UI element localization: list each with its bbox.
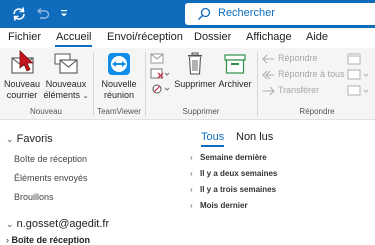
folder-pane: ⌄ Favoris Boîte de réception Éléments en… [0, 121, 175, 245]
chevron-down-icon: ⌄ [6, 219, 14, 229]
cursor-icon [19, 50, 34, 72]
mail-group-header[interactable]: › Mois dernier [190, 201, 248, 210]
mail-list-pane: Tous Non lus › Semaine dernière › Il y a d… [178, 121, 375, 245]
ignore-icon[interactable] [150, 53, 166, 65]
archive-label: Archiver [218, 79, 252, 89]
archive-icon [224, 54, 246, 74]
mail-group-header[interactable]: › Semaine dernière [190, 153, 267, 162]
chevron-right-icon: › [190, 169, 193, 178]
mail-group-label: Il y a trois semaines [200, 185, 277, 194]
favorites-header[interactable]: ⌄ Favoris [6, 133, 53, 145]
tab-accueil[interactable]: Accueil [56, 31, 91, 43]
group-label-respond: Répondre [299, 107, 335, 116]
mail-group-header[interactable]: › Il y a trois semaines [190, 185, 276, 194]
separator [145, 52, 146, 116]
chevron-down-icon: ⌄ [82, 93, 89, 100]
menu-bar: Fichier Accueil Envoi/réception Dossier … [0, 28, 375, 48]
sync-icon[interactable] [10, 5, 28, 23]
mail-group-label: Il y a deux semaines [200, 169, 278, 178]
folder-sent[interactable]: Éléments envoyés [14, 173, 88, 183]
reply-icon [262, 54, 274, 64]
folder-drafts[interactable]: Brouillons [14, 192, 54, 202]
account-inbox[interactable]: › Boîte de réception [6, 235, 90, 245]
ribbon: Nouveau courrier Nouveaux éléments ⌄ Nou… [0, 48, 375, 120]
delete-label: Supprimer [174, 79, 216, 89]
account-email: n.gosset@agedit.fr [16, 218, 110, 230]
chevron-right-icon: › [190, 153, 193, 162]
reply-label: Répondre [278, 53, 318, 63]
reply-all-icon [262, 70, 274, 80]
mail-group-label: Semaine dernière [200, 153, 267, 162]
new-mail-label-1: Nouveau [3, 79, 41, 89]
account-header[interactable]: ⌄ n.gosset@agedit.fr [6, 218, 109, 230]
delete-button[interactable]: Supprimer [172, 50, 218, 104]
tab-unread[interactable]: Non lus [236, 131, 273, 143]
account-inbox-label: Boîte de réception [11, 235, 91, 245]
title-bar: Rechercher [0, 0, 375, 28]
mail-group-header[interactable]: › Il y a deux semaines [190, 169, 277, 178]
new-meeting-label-2: réunion [103, 90, 135, 100]
more-respond-icon[interactable] [347, 85, 371, 97]
customize-toolbar-icon[interactable] [55, 5, 73, 23]
tab-aide[interactable]: Aide [306, 31, 328, 43]
mail-group-label: Mois dernier [200, 201, 248, 210]
search-box[interactable]: Rechercher [185, 3, 375, 25]
favorites-title: Favoris [16, 133, 53, 145]
reply-all-button[interactable]: Répondre à tous [262, 69, 352, 82]
chevron-down-icon: ⌄ [6, 134, 14, 144]
new-items-button[interactable]: Nouveaux éléments ⌄ [43, 50, 89, 104]
active-filter-indicator [201, 145, 224, 147]
trash-icon [188, 52, 202, 75]
new-mail-label-2: courrier [6, 90, 38, 100]
forward-button[interactable]: Transférer [262, 85, 342, 98]
chevron-right-icon: › [190, 185, 193, 194]
teamviewer-icon [108, 53, 130, 75]
group-label-teamviewer: TeamViewer [97, 107, 141, 116]
search-icon [198, 7, 211, 20]
forward-label: Transférer [278, 85, 320, 95]
new-meeting-label-1: Nouvelle [101, 79, 137, 89]
junk-icon[interactable] [150, 83, 170, 97]
new-meeting-button[interactable]: Nouvelle réunion [96, 50, 142, 104]
reply-button[interactable]: Répondre [262, 53, 342, 66]
cleanup-icon[interactable] [150, 68, 170, 80]
new-items-icon [54, 53, 78, 74]
group-label-delete: Supprimer [182, 107, 220, 116]
separator [257, 52, 258, 116]
tab-affichage[interactable]: Affichage [246, 31, 292, 43]
meeting-reply-icon[interactable] [347, 53, 361, 65]
active-tab-indicator [55, 45, 92, 47]
tab-dossier[interactable]: Dossier [194, 31, 231, 43]
search-input[interactable]: Rechercher [218, 7, 275, 19]
new-items-label-1: Nouveaux [45, 79, 87, 89]
new-mail-button[interactable]: Nouveau courrier [2, 50, 42, 104]
chevron-right-icon: › [190, 201, 193, 210]
chevron-right-icon: › [6, 235, 9, 245]
group-label-new: Nouveau [29, 107, 63, 116]
reply-all-label: Répondre à tous [278, 69, 345, 79]
folder-inbox[interactable]: Boîte de réception [14, 154, 87, 164]
forward-icon [263, 86, 275, 96]
im-reply-icon[interactable] [347, 69, 371, 81]
tab-envoi-reception[interactable]: Envoi/réception [107, 31, 183, 43]
new-items-label-2: éléments [43, 90, 81, 100]
tab-fichier[interactable]: Fichier [8, 31, 41, 43]
undo-icon[interactable] [33, 5, 51, 23]
tab-all[interactable]: Tous [201, 131, 224, 143]
archive-button[interactable]: Archiver [217, 50, 253, 104]
